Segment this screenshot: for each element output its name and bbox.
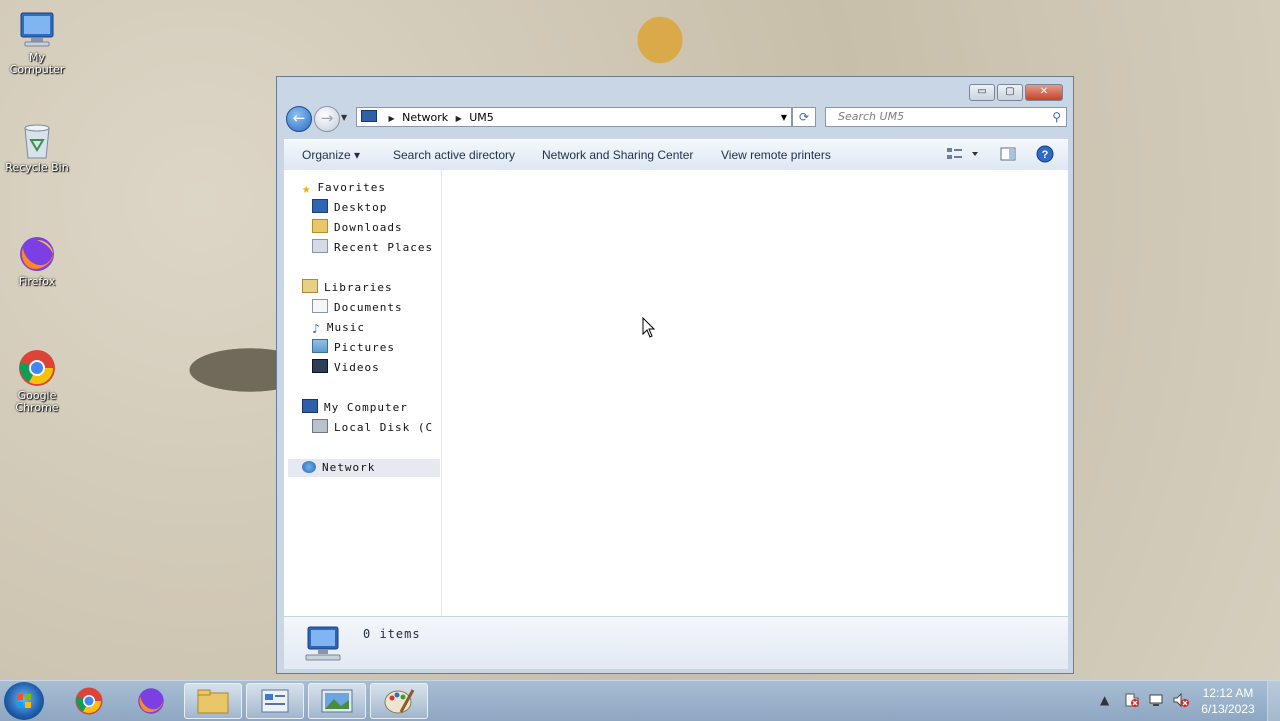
- star-icon: ★: [302, 181, 312, 197]
- network-computer-icon: [302, 625, 342, 661]
- libraries-icon: [302, 279, 318, 293]
- control-panel-icon: [261, 689, 289, 713]
- svg-text:?: ?: [1042, 149, 1049, 161]
- maximize-button[interactable]: ▢: [997, 84, 1023, 101]
- nav-recent-places[interactable]: Recent Places: [312, 239, 433, 257]
- help-icon[interactable]: ?: [1036, 145, 1054, 166]
- chrome-icon: [17, 348, 57, 388]
- address-row: ← → ▼ ▶ Network ▶ UM5 ▼ ⟳ Search UM5 ⚲: [285, 105, 1067, 132]
- hard-disk-icon: [312, 419, 328, 433]
- taskbar-control-panel[interactable]: [246, 683, 304, 719]
- search-input[interactable]: Search UM5 ⚲: [825, 107, 1067, 127]
- system-clock[interactable]: 12:12 AM 6/13/2023: [1196, 685, 1260, 717]
- organize-button[interactable]: Organize ▾: [302, 148, 360, 162]
- address-bar[interactable]: ▶ Network ▶ UM5 ▼: [356, 107, 792, 127]
- windows-logo-icon: [17, 694, 31, 708]
- computer-icon: [17, 10, 57, 50]
- network-status-icon[interactable]: [1148, 692, 1164, 711]
- paint-icon: [384, 689, 415, 714]
- firefox-icon: [138, 688, 164, 714]
- content-area: ★ Favorites Desktop Downloads Recent Plac…: [284, 170, 1068, 616]
- chrome-icon: [75, 687, 103, 715]
- navigation-pane: ★ Favorites Desktop Downloads Recent Plac…: [284, 170, 442, 616]
- folder-icon: [197, 689, 229, 714]
- taskbar: ▲ 12:12 AM 6/13/2023: [0, 680, 1280, 721]
- minimize-button[interactable]: ▭: [969, 84, 995, 101]
- nav-documents[interactable]: Documents: [312, 299, 403, 317]
- nav-libraries[interactable]: Libraries: [302, 279, 393, 297]
- desktop-icon-firefox[interactable]: Firefox: [4, 234, 70, 288]
- picture-viewer-icon: [321, 689, 353, 713]
- view-remote-printers-button[interactable]: View remote printers: [721, 148, 831, 162]
- recycle-bin-icon: [17, 120, 57, 160]
- breadcrumb-arrow-icon[interactable]: ▶: [456, 114, 462, 123]
- computer-icon: [302, 399, 318, 413]
- volume-muted-icon[interactable]: [1172, 692, 1190, 711]
- desktop-icon-google-chrome[interactable]: Google Chrome: [4, 348, 70, 414]
- details-pane: 0 items: [284, 616, 1068, 669]
- taskbar-picture-viewer[interactable]: [308, 683, 366, 719]
- item-count: 0 items: [363, 627, 421, 641]
- refresh-button[interactable]: ⟳: [792, 107, 816, 127]
- documents-icon: [312, 299, 328, 313]
- nav-videos[interactable]: Videos: [312, 359, 380, 377]
- search-icon: ⚲: [1052, 110, 1061, 124]
- taskbar-paint[interactable]: [370, 683, 428, 719]
- search-active-directory-button[interactable]: Search active directory: [393, 148, 515, 162]
- nav-local-disk[interactable]: Local Disk (C: [312, 419, 433, 437]
- show-hidden-icons-arrow[interactable]: ▲: [1100, 693, 1109, 707]
- clock-date: 6/13/2023: [1201, 702, 1255, 716]
- desktop-icon-my-computer[interactable]: My Computer: [4, 10, 70, 76]
- start-button[interactable]: [4, 682, 44, 720]
- back-button[interactable]: ←: [286, 106, 312, 132]
- address-dropdown-icon[interactable]: ▼: [781, 108, 787, 128]
- desktop-icon-label: Firefox: [18, 275, 56, 288]
- command-toolbar: Organize ▾ Search active directory Netwo…: [284, 139, 1068, 171]
- breadcrumb-arrow-icon[interactable]: ▶: [389, 114, 395, 123]
- desktop-icon-label: Recycle Bin: [5, 161, 69, 174]
- nav-favorites[interactable]: ★ Favorites: [302, 179, 386, 197]
- taskbar-explorer[interactable]: [184, 683, 242, 719]
- action-center-icon[interactable]: [1124, 692, 1140, 711]
- nav-network[interactable]: Network: [288, 459, 440, 477]
- breadcrumb-network[interactable]: Network: [402, 111, 448, 124]
- preview-pane-icon[interactable]: [1000, 146, 1016, 165]
- pictures-icon: [312, 339, 328, 353]
- network-icon: [302, 461, 316, 473]
- desktop-icon-label: Google Chrome: [15, 389, 59, 414]
- nav-pictures[interactable]: Pictures: [312, 339, 395, 357]
- desktop-folder-icon: [312, 199, 328, 213]
- recent-pages-dropdown[interactable]: ▼: [341, 113, 347, 122]
- downloads-folder-icon: [312, 219, 328, 233]
- close-button[interactable]: ✕: [1025, 84, 1063, 101]
- change-view-icon[interactable]: [946, 146, 980, 165]
- breadcrumb-um5[interactable]: UM5: [469, 111, 494, 124]
- desktop-icon-label: My Computer: [9, 51, 65, 76]
- nav-desktop[interactable]: Desktop: [312, 199, 387, 217]
- clock-time: 12:12 AM: [1202, 686, 1254, 700]
- explorer-window: ▭ ▢ ✕ ← → ▼ ▶ Network ▶ UM5 ▼ ⟳ Search U…: [276, 76, 1074, 674]
- videos-icon: [312, 359, 328, 373]
- forward-button[interactable]: →: [314, 106, 340, 132]
- show-desktop-button[interactable]: [1267, 681, 1280, 721]
- firefox-icon: [17, 234, 57, 274]
- network-sharing-center-button[interactable]: Network and Sharing Center: [542, 148, 693, 162]
- mouse-cursor-icon: [642, 316, 656, 344]
- caption-buttons: ▭ ▢ ✕: [969, 84, 1063, 101]
- taskbar-firefox[interactable]: [122, 683, 180, 719]
- recent-places-icon: [312, 239, 328, 253]
- nav-music[interactable]: ♪ Music: [312, 319, 365, 337]
- taskbar-chrome[interactable]: [60, 683, 118, 719]
- network-location-icon: [361, 110, 377, 122]
- music-icon: ♪: [312, 322, 321, 337]
- desktop-icon-recycle-bin[interactable]: Recycle Bin: [4, 120, 70, 174]
- nav-downloads[interactable]: Downloads: [312, 219, 403, 237]
- search-placeholder: Search UM5: [838, 110, 905, 123]
- nav-my-computer[interactable]: My Computer: [302, 399, 408, 417]
